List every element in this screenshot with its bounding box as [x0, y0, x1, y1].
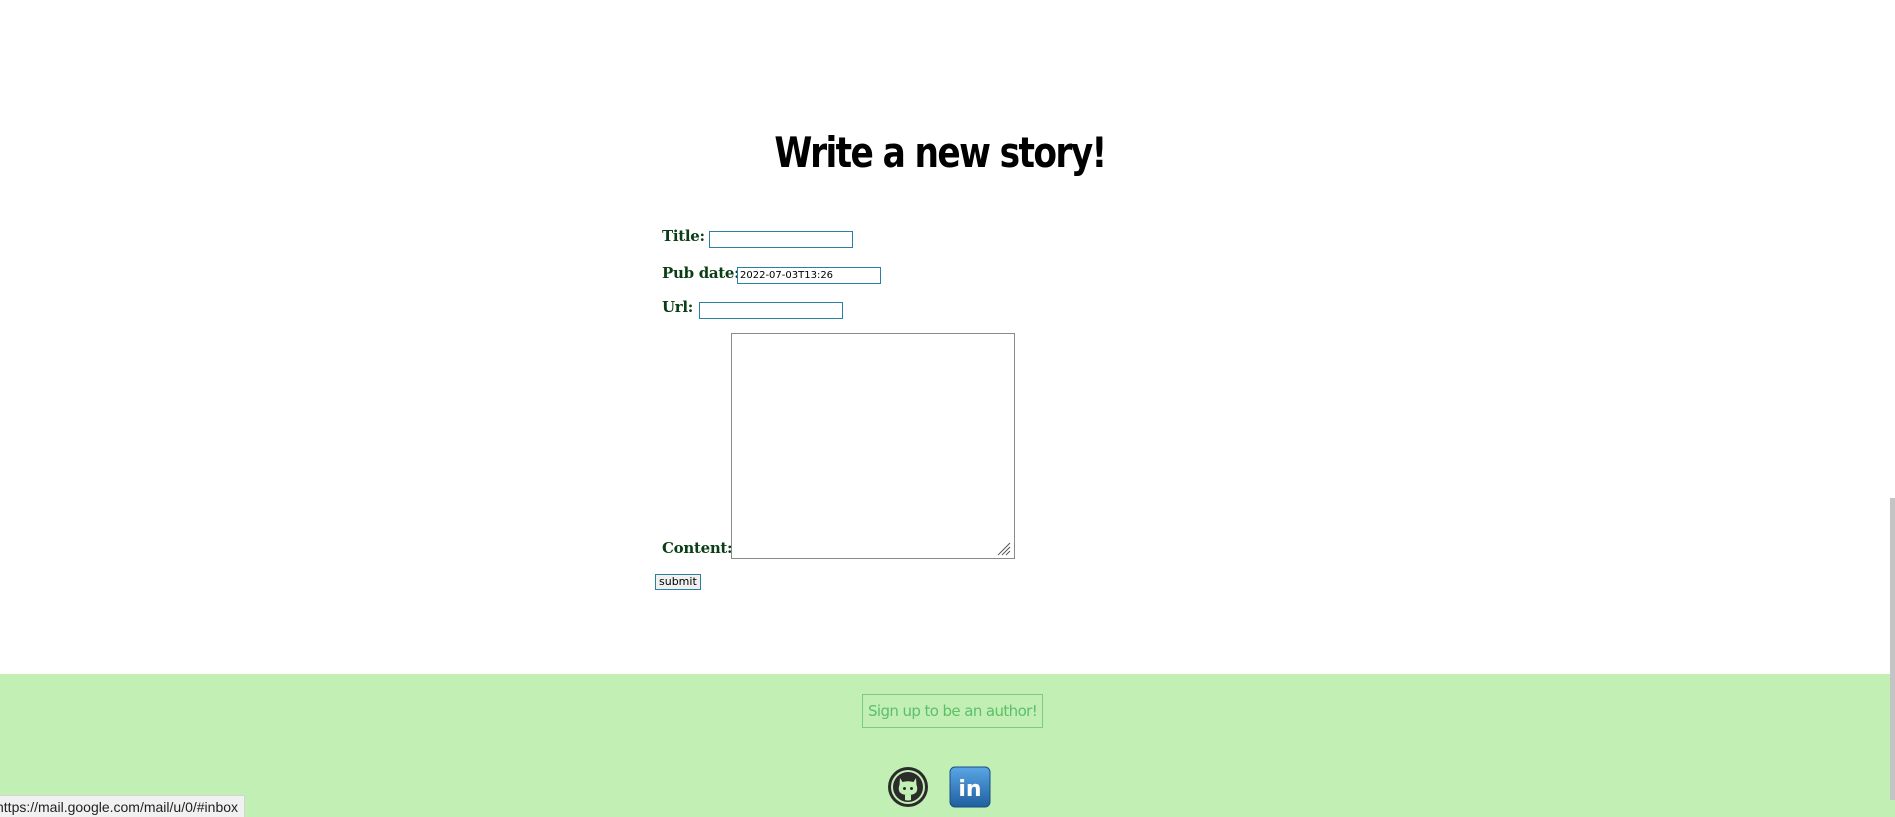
pub-date-label: Pub date:	[662, 264, 740, 282]
linkedin-link[interactable]: in	[949, 766, 991, 808]
github-icon	[888, 767, 928, 807]
status-bar-url: https://mail.google.com/mail/u/0/#inbox	[0, 795, 246, 817]
scrollbar-thumb[interactable]	[1890, 498, 1895, 800]
signup-author-link[interactable]: Sign up to be an author!	[862, 694, 1044, 728]
page: Write a new story! Title: Pub date: Url:…	[0, 0, 1895, 817]
url-input[interactable]	[699, 302, 843, 319]
linkedin-icon-text: in	[958, 777, 981, 802]
submit-button[interactable]: submit	[655, 574, 701, 590]
github-link[interactable]	[887, 766, 929, 808]
linkedin-icon: in	[949, 766, 991, 808]
scrollbar[interactable]	[1890, 0, 1895, 817]
pub-date-input[interactable]	[737, 267, 881, 284]
content-textarea[interactable]	[731, 333, 1015, 559]
page-title: Write a new story!	[774, 128, 1107, 177]
content-label: Content:	[662, 539, 733, 557]
resize-grip-icon[interactable]	[995, 540, 1011, 556]
footer: Sign up to be an author! in	[0, 674, 1895, 817]
url-label: Url:	[662, 298, 694, 316]
title-input[interactable]	[709, 231, 853, 248]
title-label: Title:	[662, 227, 705, 245]
